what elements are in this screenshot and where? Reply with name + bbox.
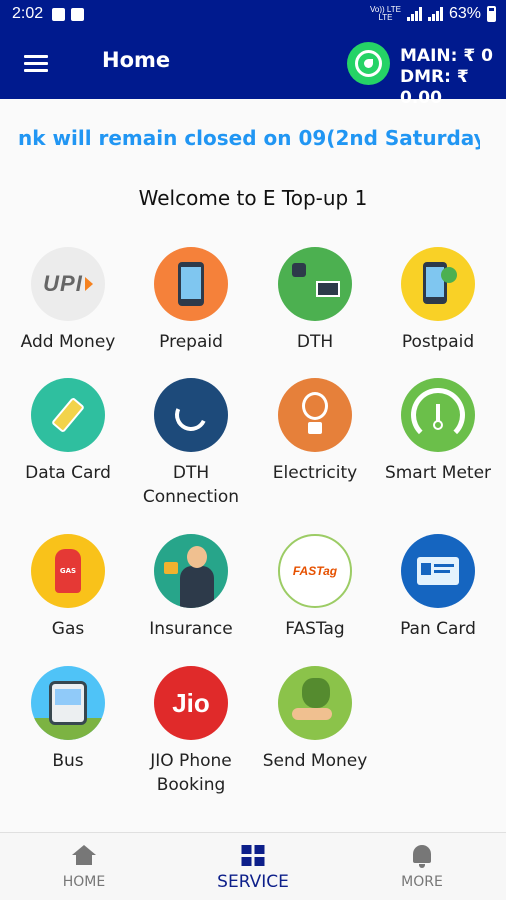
signal-strength-2-icon [427,7,443,21]
welcome-text: Welcome to E Top-up 1 [138,186,368,210]
gallery-notification-icon [52,8,65,21]
service-label: Gas [51,619,85,639]
home-icon [72,845,96,865]
service-label: Electricity [272,463,358,483]
service-postpaid[interactable]: Postpaid [376,247,500,354]
money-bag-icon [278,666,352,740]
service-label: Bus [52,751,84,771]
nav-service[interactable]: SERVICE [169,833,337,900]
service-dth[interactable]: DTH [253,247,377,354]
service-data-card[interactable]: Data Card [6,378,130,485]
service-add-money[interactable]: UPI Add Money [6,247,130,354]
bottom-navigation: HOME SERVICE MORE [0,832,506,900]
service-label: Insurance [149,619,233,639]
service-label: DTH Connection [142,463,240,507]
service-pan-card[interactable]: Pan Card [376,534,500,641]
bus-icon [31,666,105,740]
service-label: Send Money [262,751,368,771]
service-label: Postpaid [401,332,475,352]
wallet-balances[interactable]: MAIN: ₹ 0 DMR: ₹ 0.00 [400,46,506,109]
nav-more[interactable]: MORE [338,833,506,900]
service-label: DTH [296,332,334,352]
jio-icon: Jio [154,666,228,740]
app-notification-icon [71,8,84,21]
service-prepaid[interactable]: Prepaid [129,247,253,354]
notice-text: nk will remain closed on 09(2nd Saturday… [18,126,480,150]
status-time: 2:02 [12,5,44,22]
nav-more-label: MORE [401,874,443,890]
service-insurance[interactable]: Insurance [129,534,253,641]
fastag-icon: FASTag [278,534,352,608]
main-balance: MAIN: ₹ 0 [400,46,493,66]
dmr-balance: DMR: ₹ 0.00 [400,67,469,108]
dashboard-icon [241,845,265,866]
nav-home-label: HOME [62,874,106,890]
page-title: Home [102,48,171,72]
service-label: JIO Phone Booking [150,751,232,795]
status-bar: 2:02 Vo)) LTE LTE 63% [0,0,506,30]
pan-card-icon [401,534,475,608]
service-label: FASTag [285,619,345,639]
notice-marquee: nk will remain closed on 09(2nd Saturday… [18,126,480,156]
service-gas[interactable]: GAS Gas [6,534,130,641]
mobile-icon [154,247,228,321]
bell-icon [413,845,431,868]
dth-icon [278,247,352,321]
service-label: Pan Card [400,619,476,639]
service-electricity[interactable]: Electricity [253,378,377,485]
service-bus[interactable]: Bus [6,666,130,773]
nav-service-label: SERVICE [217,872,289,892]
network-indicator: Vo)) LTE LTE [369,5,401,22]
gas-cylinder-icon: GAS [31,534,105,608]
whatsapp-icon[interactable] [347,42,390,85]
battery-percent: 63% [448,5,481,22]
service-label: Add Money [20,332,116,352]
service-dth-connection[interactable]: DTH Connection [129,378,253,509]
data-card-icon [31,378,105,452]
service-label: Prepaid [159,332,223,352]
insurance-icon [154,534,228,608]
hamburger-menu-icon[interactable] [24,55,48,73]
nav-home[interactable]: HOME [0,833,168,900]
signal-strength-icon [406,7,422,21]
app-bar: Home MAIN: ₹ 0 DMR: ₹ 0.00 [0,30,506,108]
bulb-icon [278,378,352,452]
postpaid-icon [401,247,475,321]
service-fastag[interactable]: FASTag FASTag [253,534,377,641]
service-send-money[interactable]: Send Money [253,666,377,773]
satellite-dish-icon [154,378,228,452]
service-smart-meter[interactable]: Smart Meter [376,378,500,485]
upi-icon: UPI [31,247,105,321]
service-label: Smart Meter [384,463,492,483]
service-jio-phone-booking[interactable]: Jio JIO Phone Booking [129,666,253,797]
status-right: Vo)) LTE LTE 63% [370,5,496,23]
notification-icons [52,8,84,21]
service-label: Data Card [25,463,111,483]
meter-icon [401,378,475,452]
battery-icon [487,6,496,22]
